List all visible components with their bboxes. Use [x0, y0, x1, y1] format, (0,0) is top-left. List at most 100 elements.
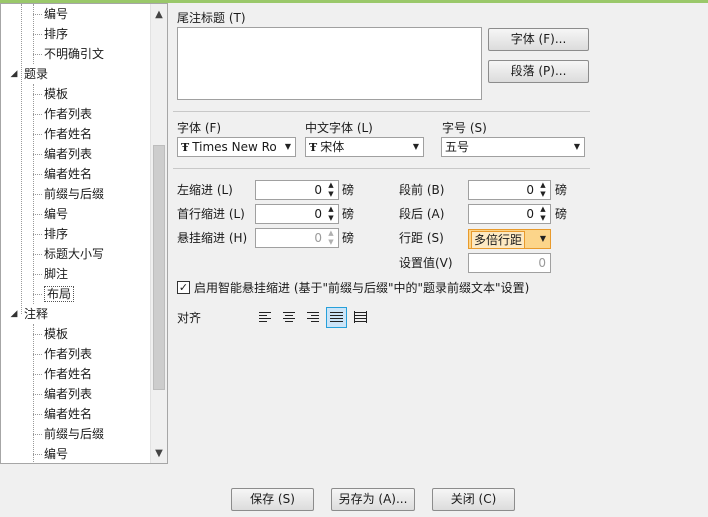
tree-item-label: 注释: [24, 307, 49, 321]
tree-guide: [33, 14, 42, 15]
tree-item-label: 前缀与后缀: [44, 427, 105, 441]
tree-item-label: 作者姓名: [44, 367, 93, 381]
save-button[interactable]: 保存 (S): [231, 488, 314, 511]
spinner-arrows-icon[interactable]: ▲ ▼: [538, 205, 548, 223]
tree-item[interactable]: 编号: [44, 204, 68, 224]
align-distributed-icon: [354, 311, 367, 323]
tree-item-label: 编者姓名: [44, 167, 93, 181]
tree-item[interactable]: 编者列表: [44, 144, 92, 164]
smart-hanging-label: 启用智能悬挂缩进 (基于"前缀与后缀"中的"题录前缀文本"设置): [194, 281, 530, 295]
font-select[interactable]: ŦTimes New Roman ▼: [177, 137, 296, 157]
tree-item[interactable]: 作者列表: [44, 104, 92, 124]
spinner-arrows-icon[interactable]: ▲ ▼: [326, 205, 336, 223]
tree-guide: [33, 434, 42, 435]
setting-value-input[interactable]: 0: [468, 253, 551, 273]
font-size-select[interactable]: 五号 ▼: [441, 137, 585, 157]
left-indent-input[interactable]: 0 ▲ ▼: [255, 180, 339, 200]
font-label: 字体 (F): [177, 121, 222, 135]
checkmark-icon: ✓: [178, 281, 189, 294]
tree-item[interactable]: 标题大小写: [44, 244, 104, 264]
align-justify-button[interactable]: [326, 307, 347, 328]
align-distributed-button[interactable]: [350, 307, 371, 328]
setting-value-label: 设置值(V): [399, 256, 453, 270]
tree-group[interactable]: 题录: [24, 64, 48, 84]
caption-paragraph-button[interactable]: 段落 (P)...: [488, 60, 589, 83]
tree-item[interactable]: 编号: [44, 444, 68, 463]
tree-item[interactable]: 编者姓名: [44, 164, 92, 184]
tree-item-label: 排序: [44, 27, 69, 41]
spinner-arrows-icon[interactable]: ▲ ▼: [326, 181, 336, 199]
tree-guide: [33, 54, 42, 55]
tree-guide: [21, 4, 22, 314]
align-right-button[interactable]: [303, 307, 324, 328]
hanging-indent-input: 0 ▲ ▼: [255, 228, 339, 248]
tree-guide: [33, 214, 42, 215]
line-spacing-label: 行距 (S): [399, 231, 444, 245]
scroll-up-icon[interactable]: ▲: [151, 6, 167, 23]
tree-item-label: 编者列表: [44, 147, 93, 161]
tree-item[interactable]: 模板: [44, 324, 68, 344]
font-size-label: 字号 (S): [442, 121, 487, 135]
tree-item[interactable]: 作者列表: [44, 344, 92, 364]
left-indent-label: 左缩进 (L): [177, 183, 233, 197]
tree-guide: [33, 34, 42, 35]
tree-item[interactable]: 作者姓名: [44, 124, 92, 144]
tree-guide: [33, 394, 42, 395]
tree-scrollbar[interactable]: ▲ ▼: [150, 4, 167, 463]
tree-item[interactable]: 排序: [44, 24, 68, 44]
tree-guide: [33, 194, 42, 195]
tree-item[interactable]: 编者姓名: [44, 404, 92, 424]
save-as-button[interactable]: 另存为 (A)...: [331, 488, 415, 511]
tree-group[interactable]: 注释: [24, 304, 48, 324]
tree-item[interactable]: 模板: [44, 84, 68, 104]
tree-guide: [33, 174, 42, 175]
space-before-input[interactable]: 0 ▲ ▼: [468, 180, 551, 200]
setting-value-value: 0: [538, 256, 546, 270]
caption-textarea[interactable]: [177, 27, 482, 100]
align-left-button[interactable]: [255, 307, 276, 328]
tree-item-label: 前缀与后缀: [44, 187, 105, 201]
tree-guide: [33, 374, 42, 375]
chevron-down-icon: ▼: [539, 234, 546, 243]
tree-item[interactable]: 布局: [44, 284, 75, 304]
font-select-value: Times New Roman: [192, 140, 277, 154]
hanging-indent-label: 悬挂缩进 (H): [177, 231, 248, 245]
tree-item[interactable]: 编号: [44, 4, 68, 24]
first-indent-unit: 磅: [342, 207, 355, 221]
spinner-arrows-icon[interactable]: ▲ ▼: [538, 181, 548, 199]
style-tree[interactable]: 编号 排序 不明确引文 题录 ◢ 模板 作者列表 作者姓名 编者列表 编者姓名 前缀与后缀 编号 排序标…: [0, 3, 168, 464]
tree-item[interactable]: 编者列表: [44, 384, 92, 404]
tree-item[interactable]: 前缀与后缀: [44, 184, 104, 204]
line-spacing-select[interactable]: 多倍行距 ▼: [468, 229, 551, 249]
space-after-label: 段后 (A): [399, 207, 445, 221]
space-after-value: 0: [526, 207, 534, 221]
tree-guide: [33, 354, 42, 355]
smart-hanging-checkbox[interactable]: ✓: [177, 281, 190, 294]
separator: [173, 168, 590, 169]
tree-guide: [33, 454, 42, 455]
line-spacing-value: 多倍行距: [471, 231, 526, 248]
tree-item[interactable]: 脚注: [44, 264, 68, 284]
space-after-input[interactable]: 0 ▲ ▼: [468, 204, 551, 224]
scroll-thumb[interactable]: [153, 145, 165, 390]
tree-item-label: 作者列表: [44, 347, 93, 361]
caption-font-button[interactable]: 字体 (F)...: [488, 28, 589, 51]
expand-toggle-icon[interactable]: ◢: [9, 69, 19, 79]
tree-item[interactable]: 作者姓名: [44, 364, 92, 384]
tree-item-label: 编者列表: [44, 387, 93, 401]
close-button[interactable]: 关闭 (C): [432, 488, 515, 511]
tree-item-label: 模板: [44, 87, 69, 101]
tree-item[interactable]: 排序: [44, 224, 68, 244]
tree-item[interactable]: 前缀与后缀: [44, 424, 104, 444]
expand-toggle-icon[interactable]: ◢: [9, 309, 19, 319]
space-after-unit: 磅: [555, 207, 568, 221]
spinner-arrows-icon: ▲ ▼: [328, 229, 334, 246]
align-left-icon: [259, 312, 271, 322]
cn-font-select[interactable]: Ŧ 宋体 ▼: [305, 137, 424, 157]
scroll-down-icon[interactable]: ▼: [151, 445, 167, 462]
align-center-button[interactable]: [279, 307, 300, 328]
first-indent-input[interactable]: 0 ▲ ▼: [255, 204, 339, 224]
tree-item[interactable]: 不明确引文: [44, 44, 104, 64]
tree-guide: [33, 254, 42, 255]
first-indent-label: 首行缩进 (L): [177, 207, 245, 221]
